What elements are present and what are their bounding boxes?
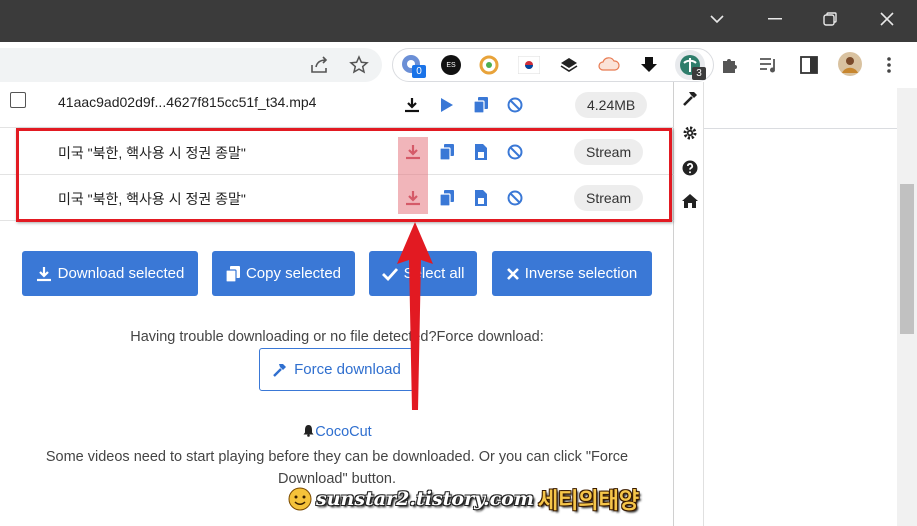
restore-button[interactable] — [807, 0, 853, 38]
extension-badge: 0 — [412, 65, 426, 78]
minimize-button[interactable] — [752, 0, 798, 38]
extension-shield-icon[interactable]: 0 — [398, 51, 426, 78]
download-icon — [36, 266, 51, 281]
puzzle-icon[interactable] — [717, 52, 743, 78]
extension-cococut-icon[interactable]: 3 — [675, 50, 706, 80]
row-checkbox[interactable] — [10, 92, 26, 108]
help-icon[interactable] — [677, 155, 703, 181]
watermark-name: 세티의태양 — [537, 488, 640, 513]
home-icon[interactable] — [677, 188, 703, 214]
copy-icon[interactable] — [471, 95, 491, 115]
emoji-face-icon — [288, 487, 312, 511]
media-playlist-icon[interactable] — [756, 52, 782, 78]
copy-selected-button[interactable]: Copy selected — [212, 251, 355, 296]
bookmark-star-icon[interactable] — [346, 52, 372, 78]
cococut-brand-link[interactable]: CocoCut — [0, 424, 674, 440]
copy-icon — [225, 265, 240, 282]
hint-text-line1: Some videos need to start playing before… — [45, 449, 629, 465]
extension-es-icon[interactable]: ES — [438, 52, 464, 78]
extension-layers-icon[interactable] — [556, 52, 582, 78]
extension-color-icon[interactable] — [476, 52, 502, 78]
close-window-button[interactable] — [864, 0, 910, 38]
download-selected-button[interactable]: Download selected — [22, 251, 198, 296]
hammer-icon[interactable] — [677, 86, 703, 112]
side-panel-icon[interactable] — [796, 52, 822, 78]
popup-side-toolbar — [674, 82, 704, 526]
blog-watermark: sunstar2.tistory.com 세티의태양 — [288, 482, 639, 516]
x-icon — [506, 267, 519, 280]
profile-avatar[interactable] — [837, 51, 863, 77]
download-icon[interactable] — [402, 95, 422, 115]
video-filename: 41aac9ad02d9f...4627f815cc51f_t34.mp4 — [58, 94, 317, 110]
file-size-badge: 4.24MB — [575, 92, 648, 118]
video-row: 41aac9ad02d9f...4627f815cc51f_t34.mp4 4.… — [0, 82, 674, 128]
extension-cloud-icon[interactable] — [596, 52, 622, 78]
window-titlebar — [0, 0, 917, 42]
page-scrollbar-thumb[interactable] — [900, 184, 914, 334]
extension-download-arrow-icon[interactable] — [636, 52, 662, 78]
extension-korea-flag-icon[interactable] — [516, 52, 542, 78]
kebab-menu-icon[interactable] — [876, 52, 902, 78]
block-icon[interactable] — [505, 95, 525, 115]
chevron-down-icon — [710, 15, 724, 24]
gear-icon[interactable] — [677, 120, 703, 146]
play-icon[interactable] — [437, 95, 457, 115]
bell-icon — [303, 425, 314, 437]
extension-badge-active: 3 — [692, 67, 706, 80]
trouble-text: Having trouble downloading or no file de… — [130, 329, 544, 345]
minimize-icon — [768, 18, 782, 20]
share-icon[interactable] — [307, 52, 333, 78]
watermark-site: sunstar2.tistory.com — [316, 488, 534, 510]
inverse-selection-button[interactable]: Inverse selection — [492, 251, 652, 296]
close-icon — [880, 12, 894, 26]
annotation-arrow — [397, 222, 433, 410]
hammer-icon — [273, 363, 287, 377]
stream-rows-highlight-frame — [16, 128, 672, 222]
tab-search-button[interactable] — [694, 0, 740, 38]
restore-icon — [823, 12, 837, 26]
